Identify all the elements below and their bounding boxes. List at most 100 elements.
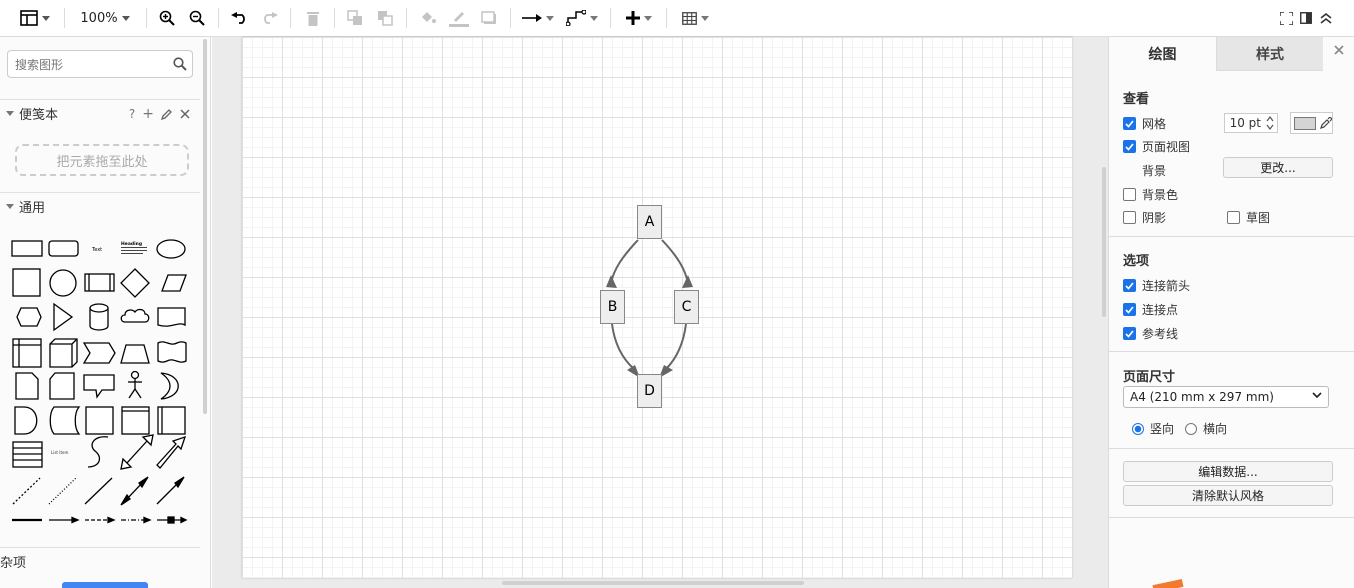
fullscreen-button[interactable]	[1278, 0, 1294, 36]
general-shapes-palette: Text Heading List Item	[11, 239, 188, 524]
chevron-down-icon	[546, 15, 554, 21]
page-view-checkbox[interactable]	[1123, 140, 1136, 153]
fill-color-button[interactable]	[418, 0, 438, 36]
add-button[interactable]: +	[142, 106, 154, 122]
spinner-arrows-icon[interactable]	[1265, 115, 1275, 131]
connection-points-checkbox[interactable]	[1123, 303, 1136, 316]
node-d[interactable]: D	[637, 374, 662, 408]
clear-default-style-button[interactable]: 清除默认风格	[1123, 485, 1333, 506]
close-icon[interactable]	[180, 109, 190, 119]
portrait-radio[interactable]	[1132, 422, 1144, 435]
view-section-title: 查看	[1123, 92, 1150, 107]
sketch-checkbox[interactable]	[1227, 211, 1240, 224]
tab-diagram[interactable]: 绘图	[1109, 37, 1216, 71]
chevron-down-icon	[644, 15, 652, 21]
toolbar-divider	[510, 8, 511, 28]
zoom-dropdown[interactable]: 100%	[76, 0, 134, 36]
trash-icon	[307, 11, 319, 26]
dashed-line-shape	[12, 477, 41, 505]
square-frame-shape	[85, 406, 114, 435]
toolbar-divider	[334, 8, 335, 28]
cloud-shape	[120, 308, 150, 323]
page-view-option[interactable]: 页面视图	[1123, 138, 1190, 155]
node-b[interactable]: B	[600, 290, 625, 324]
search-input[interactable]	[15, 56, 165, 74]
waypoints-button[interactable]	[564, 0, 600, 36]
scratchpad-dropzone[interactable]: 把元素拖至此处	[15, 144, 189, 176]
guides-label: 参考线	[1142, 327, 1179, 341]
format-panel-toggle[interactable]	[1298, 0, 1314, 36]
misc-header[interactable]: 杂项	[0, 547, 1119, 588]
shadow-option[interactable]: 阴影	[1123, 209, 1166, 226]
grid-option[interactable]: 网格	[1123, 115, 1166, 132]
scratchpad-actions: ? +	[129, 106, 190, 122]
landscape-option[interactable]: 横向	[1185, 420, 1227, 437]
square-shape	[12, 268, 41, 297]
insert-button[interactable]	[621, 0, 657, 36]
edit-icon[interactable]	[161, 108, 173, 120]
delete-button[interactable]	[303, 0, 323, 36]
swimlane-shape	[157, 406, 186, 435]
tab-style[interactable]: 样式	[1216, 37, 1323, 71]
bidirectional-connector-shape	[120, 476, 149, 506]
canvas-hscrollbar[interactable]	[502, 581, 804, 585]
connection-arrows-checkbox[interactable]	[1123, 279, 1136, 292]
view-menu-button[interactable]	[14, 0, 56, 36]
grid-size-input[interactable]: 10 pt	[1224, 113, 1278, 133]
node-c[interactable]: C	[674, 290, 699, 324]
line-color-button[interactable]	[448, 0, 470, 36]
paint-bucket-icon	[422, 11, 436, 23]
toolbar-divider	[406, 8, 407, 28]
check-icon	[1125, 119, 1134, 128]
sketch-option[interactable]: 草图	[1227, 209, 1270, 226]
landscape-radio[interactable]	[1185, 422, 1197, 435]
edge-a-b	[610, 239, 639, 284]
search-icon[interactable]	[173, 57, 187, 71]
help-button[interactable]: ?	[129, 107, 135, 121]
section-divider	[1109, 236, 1354, 237]
node-a[interactable]: A	[637, 205, 662, 239]
table-icon	[681, 11, 697, 25]
text-shape: Text	[91, 247, 102, 253]
canvas-vscrollbar[interactable]	[1102, 167, 1106, 317]
collapse-button[interactable]	[1318, 0, 1334, 36]
general-header[interactable]: 通用	[0, 192, 200, 220]
zoom-in-button[interactable]	[157, 0, 177, 36]
landscape-label: 横向	[1203, 422, 1228, 436]
undo-button[interactable]	[229, 0, 249, 36]
page-size-select[interactable]: A4 (210 mm x 297 mm)	[1123, 386, 1329, 408]
toolbar-divider	[666, 8, 667, 28]
general-title: 通用	[19, 201, 46, 216]
to-front-button[interactable]	[345, 0, 365, 36]
more-shapes-button[interactable]	[62, 582, 148, 588]
redo-button[interactable]	[259, 0, 279, 36]
sidebar-scrollbar[interactable]	[203, 39, 207, 414]
connection-arrows-option[interactable]: 连接箭头	[1123, 277, 1190, 294]
diagram-canvas[interactable]: A B C D	[212, 37, 1108, 588]
change-background-button[interactable]: 更改...	[1223, 157, 1333, 178]
background-color-option[interactable]: 背景色	[1123, 186, 1178, 203]
connection-style-button[interactable]	[521, 0, 555, 36]
connection-points-option[interactable]: 连接点	[1123, 301, 1178, 318]
format-panel: 绘图 样式 查看 网格 10 pt 页面视图 背景 更改... 背景色 阴影 草…	[1108, 37, 1354, 588]
diagram-page[interactable]: A B C D	[242, 37, 1072, 578]
to-back-button[interactable]	[375, 0, 395, 36]
pencil-line-icon	[449, 12, 469, 27]
zoom-out-button[interactable]	[187, 0, 207, 36]
connection-arrows-label: 连接箭头	[1142, 279, 1191, 293]
background-color-label: 背景色	[1142, 188, 1179, 202]
grid-checkbox[interactable]	[1123, 117, 1136, 130]
background-color-checkbox[interactable]	[1123, 188, 1136, 201]
scratchpad-header[interactable]: 便笺本 ? +	[0, 99, 200, 127]
shadow-checkbox[interactable]	[1123, 211, 1136, 224]
edit-data-button[interactable]: 编辑数据...	[1123, 461, 1333, 482]
close-panel-icon[interactable]	[1334, 45, 1344, 55]
shadow-button[interactable]	[479, 0, 499, 36]
guides-option[interactable]: 参考线	[1123, 325, 1178, 342]
grid-color-picker[interactable]	[1290, 112, 1333, 134]
toolbar-divider	[290, 8, 291, 28]
portrait-option[interactable]: 竖向	[1132, 420, 1174, 437]
actor-shape	[128, 370, 142, 399]
guides-checkbox[interactable]	[1123, 327, 1136, 340]
table-button[interactable]	[677, 0, 713, 36]
